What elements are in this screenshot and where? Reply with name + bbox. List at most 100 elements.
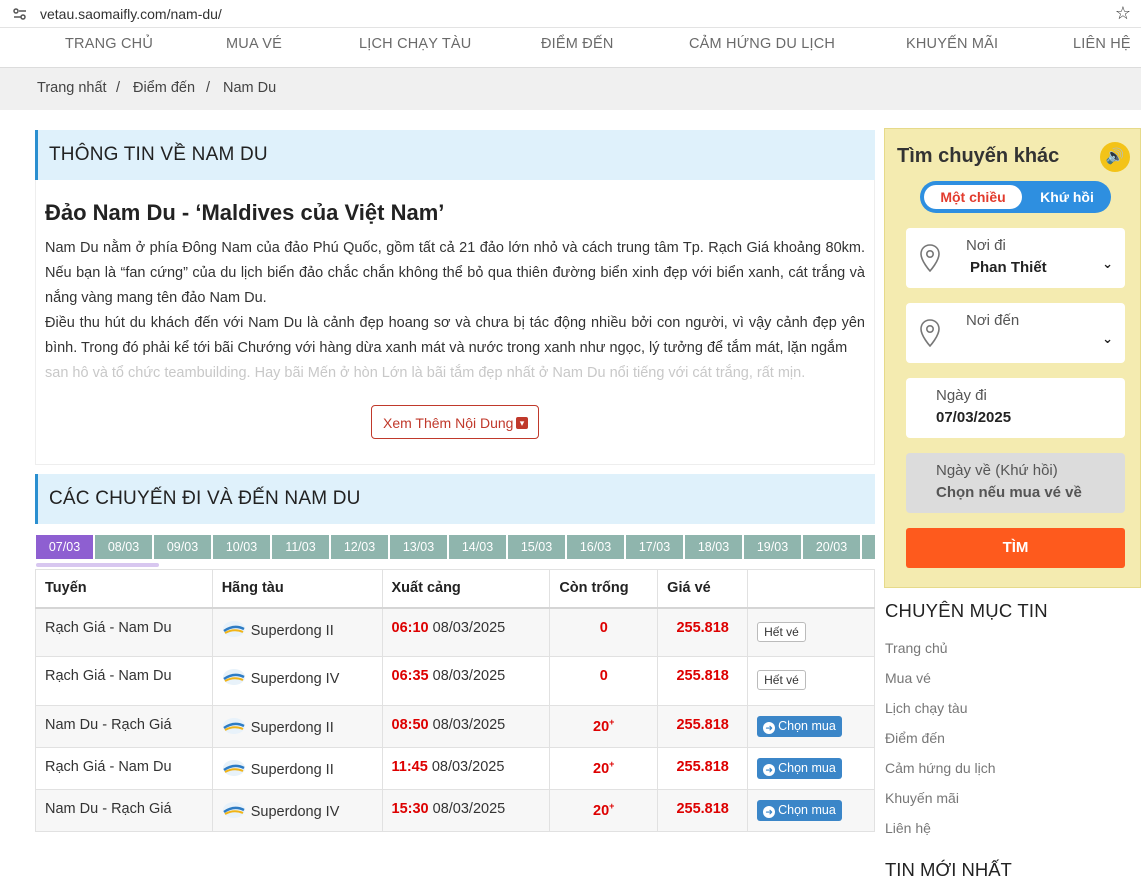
ship-logo-icon: [222, 669, 245, 685]
trips-section-heading: CÁC CHUYẾN ĐI VÀ ĐẾN NAM DU: [49, 488, 361, 509]
depart-cell: 15:30 08/03/2025: [381, 789, 551, 832]
nav-item-buy-ticket[interactable]: MUA VÉ: [226, 36, 282, 52]
seats-value: 0: [599, 668, 608, 684]
read-more-button[interactable]: Xem Thêm Nội Dung ▾: [371, 405, 539, 439]
destination-select[interactable]: Nơi đến ⌄: [906, 303, 1125, 363]
table-row: Rạch Giá - Nam Du Superdong IV 06:35 08/…: [35, 656, 875, 706]
date-tab[interactable]: 13/03: [390, 535, 448, 559]
date-tab[interactable]: 19/03: [744, 535, 802, 559]
depart-date-label: Ngày đi: [936, 387, 987, 404]
category-link-buy-ticket[interactable]: Mua vé: [885, 670, 996, 700]
return-date-label: Ngày về (Khứ hồi): [936, 462, 1058, 479]
seats-cell: 20+: [549, 789, 659, 832]
date-tab[interactable]: 12/03: [331, 535, 389, 559]
buy-button[interactable]: ➜ Chọn mua: [757, 716, 842, 737]
latest-news-title: TIN MỚI NHẤT: [885, 859, 1012, 880]
location-pin-icon: [920, 319, 940, 347]
seats-plus: +: [609, 801, 615, 811]
date-tab[interactable]: 08/03: [95, 535, 153, 559]
sold-out-button[interactable]: Hết vé: [757, 621, 806, 642]
action-cell: Hết vé: [747, 607, 875, 657]
location-pin-icon: [920, 244, 940, 272]
date-tab[interactable]: 17/03: [626, 535, 684, 559]
arrow-right-icon: ➜: [763, 806, 776, 818]
ship-name: Superdong II: [250, 720, 334, 736]
origin-select[interactable]: Nơi đi Phan Thiết ⌄: [906, 228, 1125, 288]
route-cell: Rạch Giá - Nam Du: [35, 747, 213, 790]
table-row: Nam Du - Rạch Giá Superdong IV 15:30 08/…: [35, 789, 875, 832]
ship-name: Superdong II: [250, 762, 334, 778]
buy-button-label: Chọn mua: [778, 803, 836, 817]
price-cell: 255.818: [657, 656, 749, 706]
depart-date: 08/03/2025: [432, 717, 506, 733]
info-section-header: THÔNG TIN VỀ NAM DU: [35, 130, 875, 180]
category-link-contact[interactable]: Liên hệ: [885, 820, 996, 850]
company-cell: Superdong II: [211, 747, 383, 790]
depart-time: 11:45: [391, 759, 428, 775]
date-tab[interactable]: 09/03: [154, 535, 212, 559]
buy-button-label: Chọn mua: [778, 719, 836, 733]
breadcrumb-destinations[interactable]: Điểm đến: [133, 80, 195, 96]
buy-button[interactable]: ➜ Chọn mua: [757, 800, 842, 821]
search-panel: Tìm chuyến khác 🔊 Một chiều Khứ hồi Nơi …: [884, 128, 1141, 588]
speaker-icon[interactable]: 🔊: [1100, 142, 1130, 172]
sold-out-button[interactable]: Hết vé: [757, 670, 806, 690]
seats-cell: 20+: [549, 705, 659, 748]
breadcrumb-home[interactable]: Trang nhất: [37, 80, 107, 96]
col-header-price: Giá vé: [657, 569, 749, 609]
depart-date-value: 07/03/2025: [936, 409, 1012, 426]
article-body: Nam Du nằm ở phía Đông Nam của đảo Phú Q…: [45, 236, 865, 386]
url-text[interactable]: vetau.saomaifly.com/nam-du/: [40, 6, 222, 22]
nav-item-schedule[interactable]: LỊCH CHẠY TÀU: [359, 36, 471, 52]
nav-item-home[interactable]: TRANG CHỦ: [65, 36, 153, 52]
round-trip-option[interactable]: Khứ hồi: [1026, 185, 1108, 209]
depart-cell: 11:45 08/03/2025: [381, 747, 551, 790]
category-link-schedule[interactable]: Lịch chạy tàu: [885, 700, 996, 730]
table-row: Rạch Giá - Nam Du Superdong II 06:10 08/…: [35, 607, 875, 657]
date-tabs-scrollbar[interactable]: [36, 563, 159, 567]
depart-date-field[interactable]: Ngày đi 07/03/2025: [906, 378, 1125, 438]
nav-item-contact[interactable]: LIÊN HỆ: [1073, 36, 1131, 52]
category-link-home[interactable]: Trang chủ: [885, 640, 996, 670]
nav-item-inspiration[interactable]: CẢM HỨNG DU LỊCH: [689, 36, 835, 52]
seats-value: 20: [593, 760, 610, 777]
seats-value: 20: [593, 718, 610, 735]
category-link-inspiration[interactable]: Cảm hứng du lịch: [885, 760, 996, 790]
categories-list: Trang chủ Mua vé Lịch chạy tàu Điểm đến …: [885, 640, 996, 850]
depart-time: 06:10: [391, 619, 429, 636]
date-tab[interactable]: 10/03: [213, 535, 271, 559]
depart-time: 15:30: [391, 801, 429, 817]
one-way-option[interactable]: Một chiều: [924, 185, 1022, 209]
col-header-seats: Còn trống: [549, 569, 659, 609]
nav-item-promotions[interactable]: KHUYẾN MÃI: [906, 36, 998, 52]
bookmark-star-icon[interactable]: ☆: [1115, 3, 1131, 24]
seats-plus: +: [609, 759, 615, 769]
browser-url-bar: vetau.saomaifly.com/nam-du/ ☆: [0, 0, 1141, 28]
category-link-destinations[interactable]: Điểm đến: [885, 730, 996, 760]
breadcrumb-separator: /: [206, 80, 211, 96]
category-link-promotions[interactable]: Khuyến mãi: [885, 790, 996, 820]
company-cell: Superdong II: [211, 607, 383, 657]
breadcrumb-separator: /: [116, 80, 121, 96]
date-tab-active[interactable]: 07/03: [36, 535, 94, 559]
date-tab[interactable]: 21/03: [862, 535, 875, 559]
date-tabs: 07/03 08/03 09/03 10/03 11/03 12/03 13/0…: [36, 535, 875, 559]
search-button[interactable]: TÌM: [906, 528, 1125, 568]
nav-item-destinations[interactable]: ĐIỂM ĐẾN: [541, 36, 614, 52]
seats-value: 20: [593, 802, 610, 819]
buy-button[interactable]: ➜ Chọn mua: [757, 758, 842, 779]
site-settings-icon[interactable]: [12, 6, 28, 22]
date-tab[interactable]: 14/03: [449, 535, 507, 559]
origin-value: Phan Thiết: [970, 259, 1047, 276]
date-tab[interactable]: 20/03: [803, 535, 861, 559]
route-cell: Rạch Giá - Nam Du: [35, 607, 213, 657]
date-tab[interactable]: 18/03: [685, 535, 743, 559]
return-date-field[interactable]: Ngày về (Khứ hồi) Chọn nếu mua vé về: [906, 453, 1125, 513]
depart-cell: 06:10 08/03/2025: [381, 607, 551, 657]
main-nav: TRANG CHỦ MUA VÉ LỊCH CHẠY TÀU ĐIỂM ĐẾN …: [0, 28, 1141, 68]
origin-label: Nơi đi: [966, 237, 1006, 254]
table-row: Rạch Giá - Nam Du Superdong II 11:45 08/…: [35, 747, 875, 790]
date-tab[interactable]: 15/03: [508, 535, 566, 559]
date-tab[interactable]: 16/03: [567, 535, 625, 559]
date-tab[interactable]: 11/03: [272, 535, 330, 559]
